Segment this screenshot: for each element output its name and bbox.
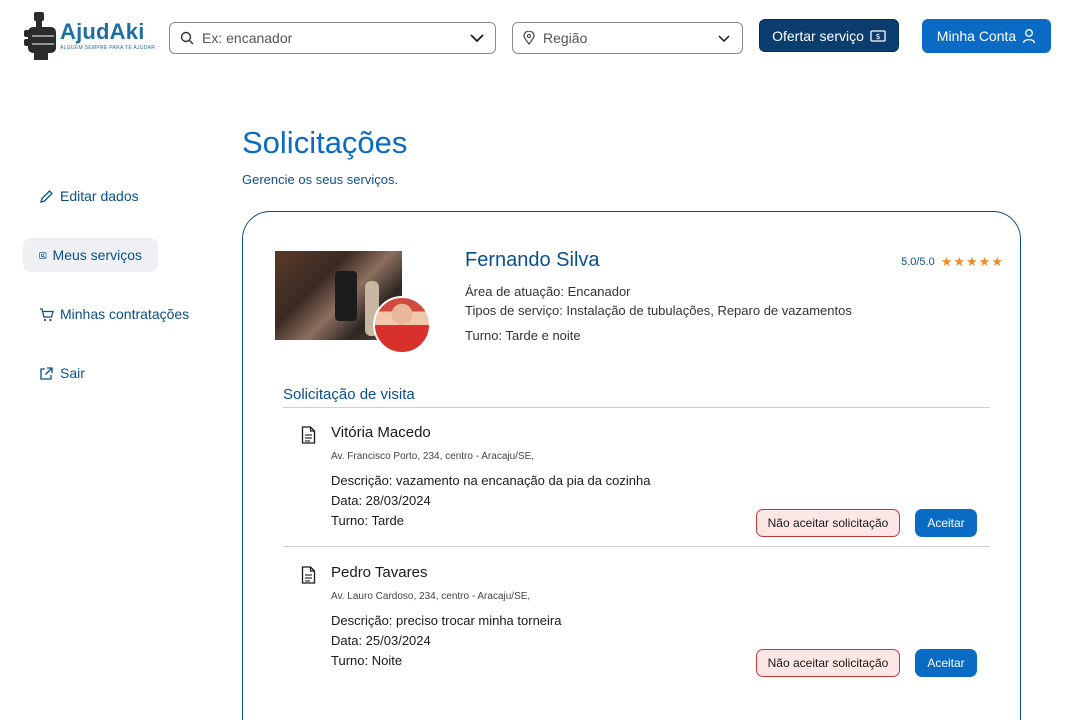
search-input[interactable]: Ex: encanador — [169, 22, 496, 54]
sidebar-item-my-hirings[interactable]: Minhas contratações — [23, 297, 205, 331]
pencil-icon — [40, 189, 53, 203]
star-icons: ★★★★★ — [940, 254, 1004, 269]
chevron-down-icon[interactable] — [716, 30, 732, 46]
external-link-icon — [40, 366, 53, 380]
request-description: Descrição: preciso trocar minha torneira — [331, 613, 562, 628]
decline-request-button[interactable]: Não aceitar solicitação — [756, 509, 900, 537]
sidebar-item-edit-data[interactable]: Editar dados — [23, 179, 155, 213]
decline-request-button[interactable]: Não aceitar solicitação — [756, 649, 900, 677]
offer-service-label: Ofertar serviço — [772, 27, 864, 44]
requester-address: Av. Francisco Porto, 234, centro - Araca… — [331, 451, 535, 462]
sidebar-item-logout[interactable]: Sair — [23, 356, 101, 390]
money-icon: $ — [870, 29, 886, 42]
provider-name: Fernando Silva — [465, 249, 600, 271]
sidebar-item-label: Minhas contratações — [60, 306, 190, 322]
request-shift: Turno: Noite — [331, 653, 403, 668]
request-description: Descrição: vazamento na encanação da pia… — [331, 473, 651, 488]
section-title: Solicitação de visita — [283, 386, 415, 403]
request-date: Data: 25/03/2024 — [331, 633, 431, 648]
search-placeholder: Ex: encanador — [202, 30, 293, 46]
request-shift: Turno: Tarde — [331, 513, 404, 528]
requester-name: Vitória Macedo — [331, 424, 431, 441]
list-item: Vitória Macedo Av. Francisco Porto, 234,… — [283, 424, 990, 544]
requester-name: Pedro Tavares — [331, 564, 428, 581]
document-icon — [301, 426, 316, 444]
logo-title: AjudAki — [60, 19, 145, 44]
map-pin-icon — [523, 31, 535, 45]
sidebar-item-label: Meus serviços — [52, 247, 142, 263]
request-date: Data: 28/03/2024 — [331, 493, 431, 508]
chevron-down-icon[interactable] — [469, 30, 485, 46]
cart-icon — [40, 307, 54, 321]
divider — [283, 407, 990, 408]
provider-area: Área de atuação: Encanador — [465, 284, 631, 299]
provider-shift: Turno: Tarde e noite — [465, 328, 581, 343]
search-icon — [180, 31, 194, 45]
avatar — [373, 296, 431, 354]
requester-address: Av. Lauro Cardoso, 234, centro - Aracaju… — [331, 591, 531, 602]
page-subtitle: Gerencie os seus serviços. — [242, 172, 399, 187]
page-title: Solicitações — [242, 125, 408, 160]
service-card: Fernando Silva 5.0/5.0 ★★★★★ Área de atu… — [242, 211, 1021, 720]
sidebar-item-label: Sair — [60, 365, 85, 381]
divider — [283, 546, 990, 547]
my-account-label: Minha Conta — [936, 28, 1017, 44]
services-icon — [39, 251, 47, 259]
accept-request-button[interactable]: Aceitar — [915, 649, 977, 677]
accept-request-button[interactable]: Aceitar — [915, 509, 977, 537]
region-select[interactable]: Região — [512, 22, 743, 54]
provider-services: Tipos de serviço: Instalação de tubulaçõ… — [465, 303, 852, 318]
offer-service-button[interactable]: Ofertar serviço $ — [759, 19, 899, 52]
my-account-button[interactable]: Minha Conta — [922, 19, 1051, 53]
list-item: Pedro Tavares Av. Lauro Cardoso, 234, ce… — [283, 564, 990, 684]
rating-value: 5.0/5.0 — [901, 256, 935, 268]
document-icon — [301, 566, 316, 584]
page: AjudAki ALGUÉM SEMPRE PARA TE AJUDAR Ex:… — [0, 0, 1080, 720]
rating: 5.0/5.0 ★★★★★ — [901, 254, 1004, 270]
svg-text:$: $ — [875, 32, 880, 41]
region-placeholder: Região — [543, 30, 588, 46]
user-icon — [1023, 29, 1036, 44]
fist-logo-icon — [24, 12, 58, 60]
sidebar-item-my-services[interactable]: Meus serviços — [23, 238, 158, 272]
logo-tagline: ALGUÉM SEMPRE PARA TE AJUDAR — [60, 45, 156, 51]
logo[interactable]: AjudAki ALGUÉM SEMPRE PARA TE AJUDAR — [24, 12, 155, 60]
sidebar-item-label: Editar dados — [60, 188, 139, 204]
